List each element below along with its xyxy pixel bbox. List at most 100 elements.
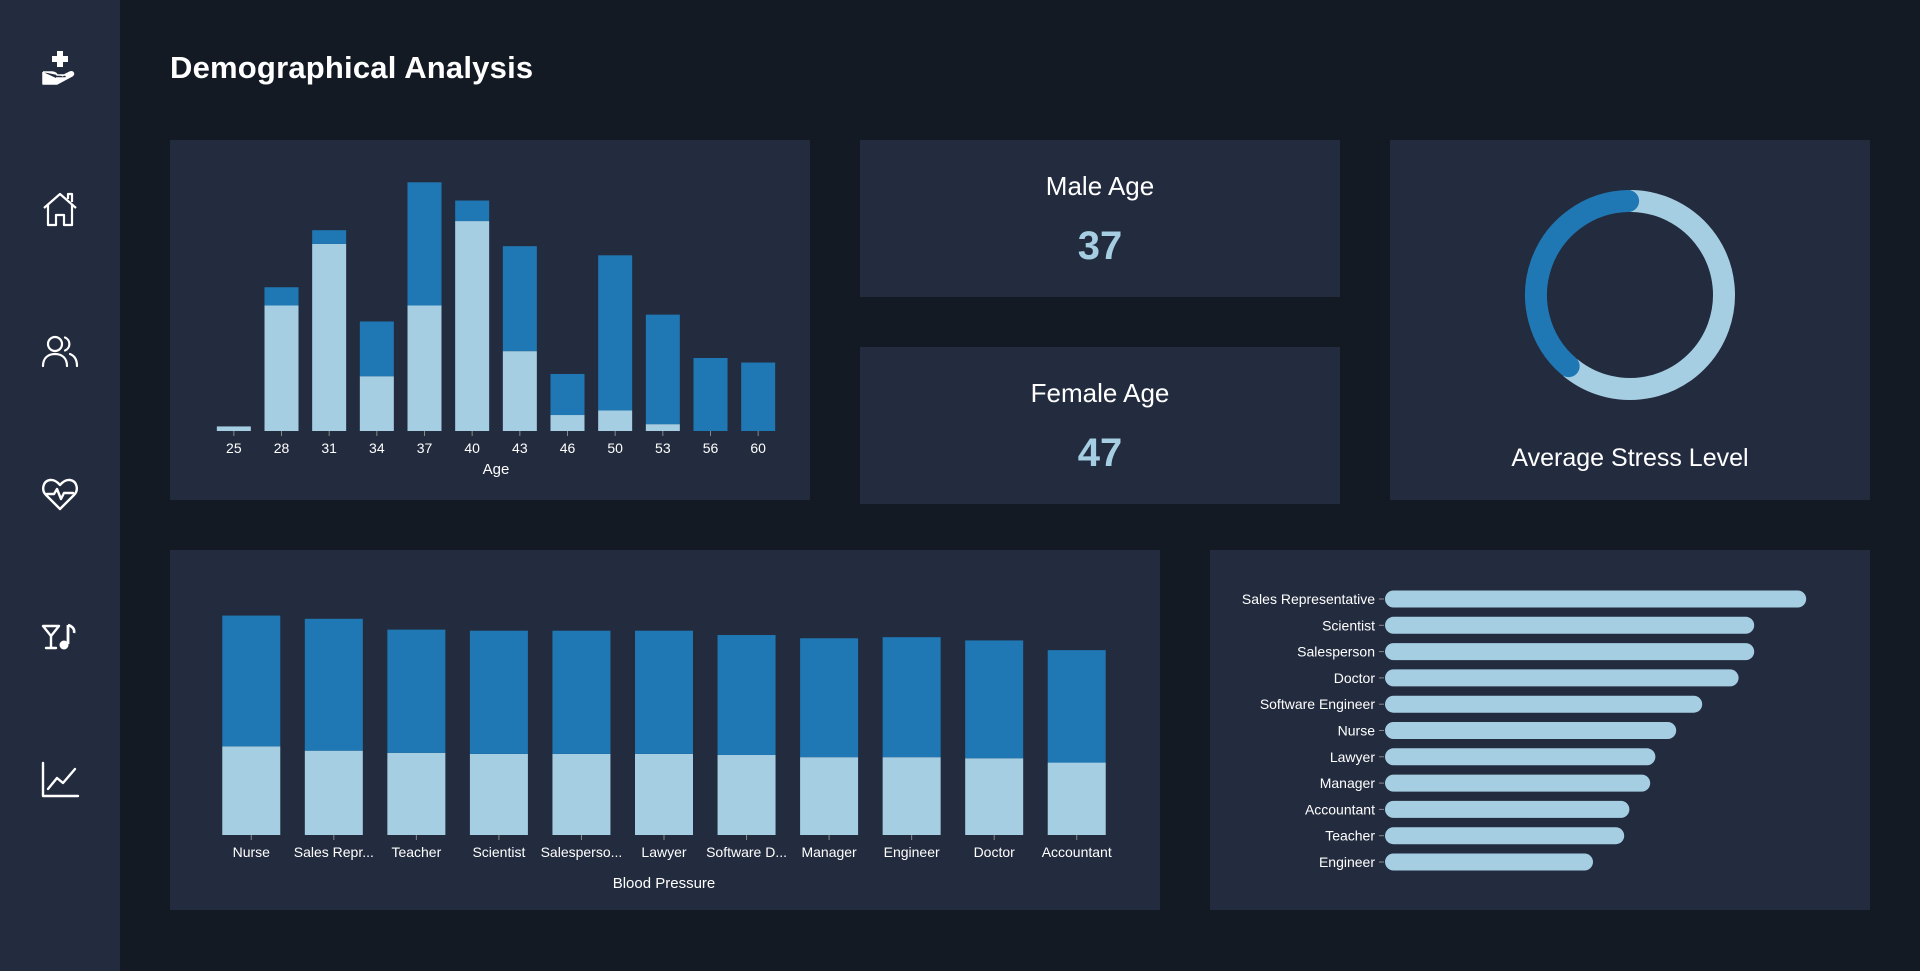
bar-dark	[1047, 650, 1106, 763]
donut-slice	[1525, 190, 1640, 378]
x-axis-label: Blood Pressure	[613, 875, 716, 892]
page-title: Demographical Analysis	[170, 50, 534, 85]
bar-light	[645, 424, 680, 431]
bar-dark	[693, 357, 728, 431]
bar-light	[469, 753, 528, 835]
bar-light	[216, 426, 251, 431]
bar-dark	[264, 287, 299, 306]
stress-title: Average Stress Level	[1511, 444, 1749, 472]
x-tick-label: Teacher	[391, 844, 441, 860]
bar-light	[800, 757, 859, 835]
hbar	[1385, 748, 1656, 766]
bar-dark	[469, 630, 528, 754]
bar-dark	[635, 630, 693, 754]
bar-light	[264, 305, 299, 431]
sidebar	[0, 0, 120, 971]
male-age-title: Male Age	[1045, 171, 1155, 201]
occupation-chart: Sales Representative Scientist Salesperson…	[1242, 590, 1807, 871]
bar-light	[387, 752, 446, 835]
bar-light	[635, 753, 693, 835]
bar-dark	[741, 362, 776, 431]
bar-dark	[645, 314, 680, 425]
x-tick-label: Salesperso...	[541, 844, 623, 860]
x-tick-label: Sales Repr...	[294, 844, 374, 860]
heart-pulse-icon	[42, 478, 78, 511]
hbar	[1385, 722, 1677, 739]
sidebar-item-trends[interactable]	[0, 749, 120, 809]
female-age-title: Female Age	[1030, 378, 1170, 408]
hbar	[1385, 774, 1651, 792]
y-tick-label: Sales Representative	[1242, 591, 1375, 607]
x-tick-label: 43	[512, 440, 528, 456]
hbar	[1385, 827, 1625, 845]
bar-light	[502, 351, 537, 431]
x-tick-label: 31	[321, 440, 337, 456]
stress-donut	[1525, 190, 1735, 400]
y-tick-label: Lawyer	[1330, 749, 1375, 765]
bar-light	[717, 755, 776, 835]
sidebar-item-health[interactable]	[0, 464, 120, 524]
age-chart: 25 28 31 34 37 40 43 46 50 53 56 60 Age	[216, 182, 776, 478]
x-tick-label: 60	[750, 440, 766, 456]
chart-line-icon	[41, 761, 80, 798]
x-axis-label: Age	[483, 461, 510, 478]
bar-light	[312, 243, 347, 431]
x-tick-label: Scientist	[472, 844, 525, 860]
x-tick-label: 28	[274, 440, 290, 456]
y-tick-label: Teacher	[1325, 828, 1375, 844]
users-icon	[41, 335, 79, 368]
male-age-value: 37	[1077, 224, 1123, 268]
bar-light	[304, 750, 363, 835]
female-age-value: 47	[1077, 431, 1123, 475]
bar-light	[552, 753, 611, 835]
lifestyle-icon	[41, 623, 76, 650]
x-tick-label: 25	[226, 440, 242, 456]
bar-dark	[312, 230, 347, 244]
x-tick-label: Software D...	[706, 844, 787, 860]
x-tick-label: 46	[560, 440, 576, 456]
bar-dark	[598, 255, 633, 411]
sidebar-item-lifestyle[interactable]	[0, 607, 120, 667]
x-tick-label: 50	[607, 440, 623, 456]
hand-medical-icon	[42, 51, 75, 85]
occupation-chart-card: Sales Representative Scientist Salesperson…	[1210, 550, 1870, 910]
bar-dark	[717, 635, 776, 756]
bar-light	[550, 415, 585, 431]
bar-dark	[882, 637, 941, 758]
y-tick-label: Salesperson	[1297, 644, 1375, 660]
hbar	[1385, 590, 1807, 608]
bar-dark	[502, 246, 537, 352]
y-tick-label: Doctor	[1334, 670, 1376, 686]
hbar	[1385, 800, 1630, 818]
bar-light	[1047, 762, 1106, 835]
hbar	[1385, 669, 1739, 687]
y-tick-label: Nurse	[1338, 723, 1376, 739]
bar-dark	[800, 638, 859, 758]
sidebar-item-home[interactable]	[0, 179, 120, 239]
bar-light	[965, 758, 1024, 835]
bar-dark	[455, 200, 490, 222]
y-tick-label: Software Engineer	[1260, 696, 1376, 712]
bp-chart: Nurse Sales Repr... Teacher Scientist Salesp…	[222, 615, 1112, 892]
bar-light	[882, 757, 941, 835]
bar-dark	[304, 618, 363, 751]
home-icon	[43, 192, 77, 227]
x-tick-label: Accountant	[1042, 844, 1112, 860]
male-age-card: Male Age 37	[860, 140, 1340, 297]
x-tick-label: Engineer	[884, 844, 940, 860]
y-tick-label: Engineer	[1319, 854, 1375, 870]
age-chart-card: 25 28 31 34 37 40 43 46 50 53 56 60 Age	[170, 140, 810, 500]
hbar	[1385, 695, 1703, 713]
x-tick-label: 37	[417, 440, 433, 456]
logo-button[interactable]	[0, 38, 120, 98]
x-tick-label: Manager	[801, 844, 857, 860]
bar-light	[407, 305, 442, 431]
y-tick-label: Scientist	[1322, 617, 1375, 633]
x-tick-label: 34	[369, 440, 385, 456]
sidebar-item-demographics[interactable]	[0, 321, 120, 381]
bar-light	[359, 376, 394, 431]
x-tick-label: 53	[655, 440, 671, 456]
bp-chart-card: Nurse Sales Repr... Teacher Scientist Salesp…	[170, 550, 1160, 910]
bar-light	[598, 410, 633, 431]
x-tick-label: Nurse	[233, 844, 271, 860]
